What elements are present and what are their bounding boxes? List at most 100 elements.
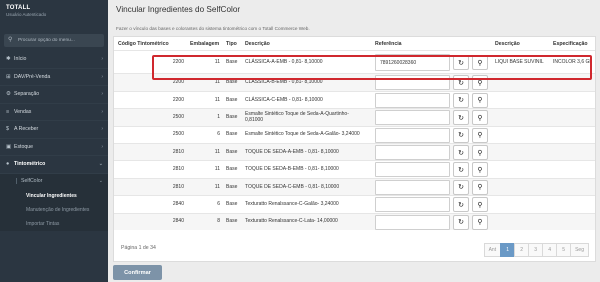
cell-ref-description [495,144,550,161]
refresh-icon[interactable]: ↻ [453,110,469,126]
refresh-icon[interactable]: ↻ [453,75,469,91]
cell-type: Base [226,200,238,207]
sidebar-item-label: A Receber [14,126,39,133]
cell-specification: INCOLOR 3,6 GL [553,58,593,65]
search-icon[interactable]: ⚲ [472,197,488,213]
cell-code: 2840 [172,200,184,207]
table-row: 2200 11 Base CLÁSSICA-C-EMB - 0,81- 8,10000… [114,90,595,109]
cell-type: Base [226,96,238,103]
sidebar-item-a-receber[interactable]: $ A Receber › [0,121,108,139]
page-prev[interactable]: Ant [483,243,502,257]
cell-pack: 11 [214,183,220,190]
sidebar-item-tintom-trico[interactable]: ● Tintométrico ⌄ [0,156,108,174]
sidebar-item-label: Vendas [14,108,32,115]
reference-input[interactable] [375,214,450,230]
refresh-icon[interactable]: ↻ [453,214,469,230]
table-row: 2500 1 Base Esmalte Sintético Toque de Seda… [114,108,595,126]
cell-pack: 6 [217,200,220,207]
submenu-item[interactable]: Vincular Ingredientes [26,189,108,203]
search-icon[interactable]: ⚲ [472,55,488,70]
cell-type: Base [226,148,238,155]
col-header-desc: Descrição [245,41,270,47]
chevron-icon: › [101,56,103,63]
refresh-icon[interactable]: ↻ [453,197,469,213]
drop-icon: ● [6,161,10,168]
reference-input[interactable] [375,75,450,91]
cell-description: TOQUE DE SEDA-B-EMB - 0,81- 8,10000 [245,166,339,173]
page-next[interactable]: Seg [570,243,589,257]
submenu-item[interactable]: Manutenção de Ingredientes [26,203,108,217]
cart-icon: ⊞ [6,73,11,80]
reference-input[interactable] [375,110,450,126]
cell-pack: 8 [217,218,220,225]
cell-description: Texturatto Renalssance-C-Galão- 3,24000 [245,200,339,207]
page-1[interactable]: 1 [500,243,516,257]
page-2[interactable]: 2 [514,243,530,257]
search-icon[interactable]: ⚲ [472,110,488,126]
sidebar-item-dav-pr-venda[interactable]: ⊞ DAV/Pré-Venda › [0,69,108,86]
reference-input[interactable] [375,145,450,160]
menu-search-input[interactable] [18,38,103,43]
chevron-down-icon: ⌄ [98,178,103,184]
cell-description: CLÁSSICA-C-EMB - 0,81- 8,10000 [245,96,323,103]
submenu-item[interactable]: Importar Tintas [26,217,108,231]
cell-specification [553,74,595,91]
sidebar-item-selfcolor[interactable]: SelfColor ⌄ [0,174,108,189]
refresh-icon[interactable]: ↻ [453,145,469,160]
sidebar-item-vendas[interactable]: ≡ Vendas › [0,104,108,121]
reference-input[interactable] [375,179,450,195]
cell-type: Base [226,131,238,138]
cell-description: CLÁSSICA-B-EMB - 0,81- 8,10000 [245,79,323,86]
cell-code: 2810 [172,148,184,155]
cell-type: Base [226,113,238,120]
cell-specification [553,109,595,126]
search-icon[interactable]: ⚲ [472,145,488,160]
cell-code: 2200 [172,79,184,86]
refresh-icon[interactable]: ↻ [453,55,469,70]
cell-description: CLÁSSICA-A-EMB - 0,81- 8,10000 [245,58,323,65]
search-icon[interactable]: ⚲ [472,162,488,178]
pagination: Ant 1 2 3 4 5 Seg [483,243,589,257]
reference-input[interactable] [375,197,450,213]
page-5[interactable]: 5 [556,243,572,257]
sales-icon: ≡ [6,108,10,115]
reference-input[interactable] [375,127,450,143]
sidebar-item-separa-o[interactable]: ⚙ Separação › [0,86,108,104]
confirm-button[interactable]: Confirmar [113,265,162,280]
cell-specification [553,161,595,178]
search-icon[interactable]: ⚲ [472,75,488,91]
stock-icon: ▣ [6,143,12,150]
menu-search[interactable]: ⚲ [4,34,104,47]
cell-description: TOQUE DE SEDA-C-EMB - 0,81- 8,10000 [245,183,340,190]
cell-ref-description [495,92,550,109]
refresh-icon[interactable]: ↻ [453,162,469,178]
cell-pack: 11 [214,96,220,103]
sidebar-item-label: Separação [14,91,40,98]
sidebar-item-in-cio[interactable]: ✱ Início › [0,51,108,69]
cell-type: Base [226,79,238,86]
main-content: Vincular Ingredientes do SelfColor Fazer… [108,0,600,282]
reference-input[interactable]: 7891260028360 [375,54,450,71]
sidebar-item-estoque[interactable]: ▣ Estoque › [0,139,108,156]
reference-input[interactable] [375,92,450,108]
page-4[interactable]: 4 [542,243,558,257]
page-description: Fazer o vínculo das bases e colorantes d… [116,26,310,31]
chevron-icon: › [101,143,103,150]
search-icon[interactable]: ⚲ [472,179,488,195]
search-icon[interactable]: ⚲ [472,92,488,108]
cell-ref-description [495,214,550,231]
search-icon[interactable]: ⚲ [472,214,488,230]
brand: TOTALL Usuário Autenticado [0,0,108,26]
cell-ref-description [495,161,550,178]
page-3[interactable]: 3 [528,243,544,257]
reference-input[interactable] [375,162,450,178]
col-header-spec: Especificação [553,41,588,47]
cell-code: 2500 [172,113,184,120]
refresh-icon[interactable]: ↻ [453,179,469,195]
table-row: 2810 11 Base TOQUE DE SEDA-A-EMB - 0,81- 8,… [114,143,595,161]
search-icon[interactable]: ⚲ [472,127,488,143]
refresh-icon[interactable]: ↻ [453,127,469,143]
sidebar: TOTALL Usuário Autenticado ⚲ ✱Início›⊞DA… [0,0,108,282]
submenu-label: SelfColor [16,178,99,184]
refresh-icon[interactable]: ↻ [453,92,469,108]
